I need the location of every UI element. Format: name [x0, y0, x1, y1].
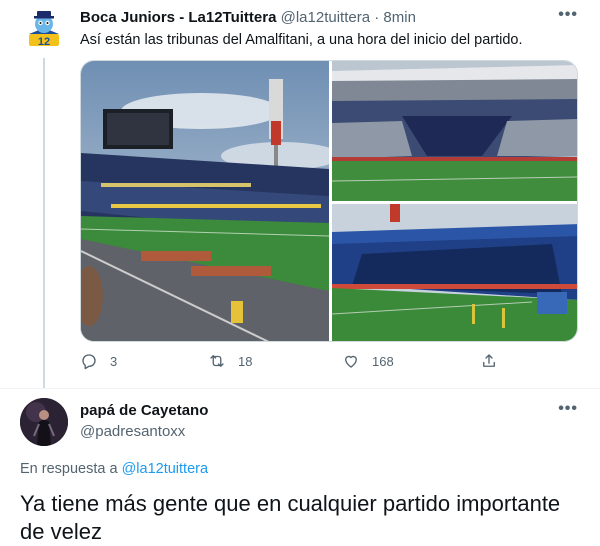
- author-handle[interactable]: @la12tuittera: [281, 9, 370, 26]
- separator: ·: [374, 9, 380, 26]
- media-grid: [80, 60, 578, 342]
- retweet-count: 18: [238, 353, 253, 369]
- avatar[interactable]: 12: [20, 4, 68, 52]
- reply-to-link[interactable]: @la12tuittera: [122, 461, 208, 477]
- reply-icon: [82, 354, 96, 370]
- tweet-header: Boca Juniors - La12Tuittera @la12tuitter…: [80, 9, 416, 26]
- timestamp[interactable]: 8min: [383, 9, 416, 26]
- tweet-text: Así están las tribunas del Amalfitani, a…: [80, 32, 523, 48]
- reply-button[interactable]: 3: [80, 352, 117, 370]
- stadium-photo-1[interactable]: [81, 61, 329, 341]
- stadium-photo-3[interactable]: [332, 204, 577, 341]
- heart-icon: [345, 355, 357, 368]
- share-button[interactable]: [480, 352, 498, 370]
- author-handle[interactable]: @padresantoxx: [80, 423, 185, 440]
- like-count: 168: [372, 353, 394, 369]
- share-icon: [483, 354, 495, 367]
- like-button[interactable]: 168: [342, 352, 394, 370]
- more-icon[interactable]: •••: [558, 6, 578, 24]
- thread-connector-line: [43, 58, 45, 388]
- reply-count: 3: [110, 353, 118, 369]
- tweet-actions: 3 18 168: [80, 352, 580, 376]
- svg-text:12: 12: [38, 36, 50, 48]
- stadium-photo-2[interactable]: [332, 61, 577, 201]
- author-name[interactable]: Boca Juniors - La12Tuittera: [80, 9, 276, 26]
- reply-context: En respuesta a @la12tuittera: [20, 461, 208, 477]
- author-name[interactable]: papá de Cayetano: [80, 402, 208, 419]
- reply-prefix: En respuesta a: [20, 461, 118, 477]
- tweet-text: Ya tiene más gente que en cualquier part…: [20, 491, 561, 544]
- more-icon[interactable]: •••: [558, 400, 578, 418]
- divider: [0, 388, 600, 389]
- retweet-button[interactable]: 18: [208, 352, 252, 370]
- avatar[interactable]: [20, 398, 68, 446]
- retweet-icon: [210, 355, 224, 367]
